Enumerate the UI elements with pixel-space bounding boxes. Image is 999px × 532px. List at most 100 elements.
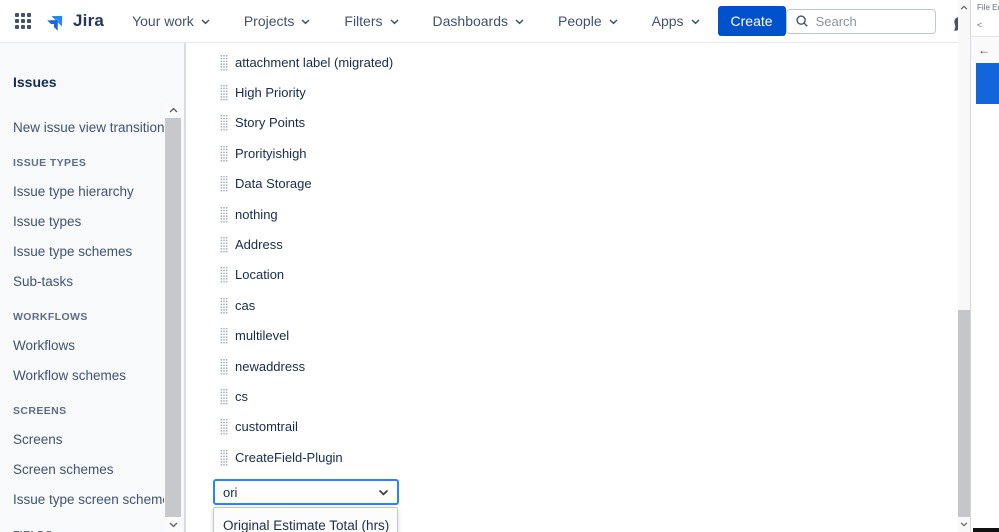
sidebar-item-issue-type-hierarchy[interactable]: Issue type hierarchy bbox=[0, 177, 164, 207]
field-row[interactable]: newaddress bbox=[186, 351, 958, 381]
sidebar-item-screen-schemes[interactable]: Screen schemes bbox=[0, 455, 164, 485]
nav-left: Jira Your work Projects Filters Dashboar… bbox=[15, 6, 786, 36]
field-select-dropdown: Original Estimate Total (hrs) bbox=[213, 507, 398, 532]
nav-menu-label: Apps bbox=[651, 13, 684, 29]
chevron-down-icon bbox=[515, 19, 524, 25]
background-window-bottom-bar bbox=[973, 528, 999, 532]
drag-handle-icon[interactable] bbox=[220, 236, 228, 253]
chevron-down-icon bbox=[201, 19, 210, 25]
sidebar-title: Issues bbox=[13, 74, 57, 90]
field-row[interactable]: Data Storage bbox=[186, 169, 958, 199]
field-row[interactable]: multilevel bbox=[186, 321, 958, 351]
scroll-up-icon[interactable] bbox=[958, 1, 970, 14]
scroll-up-icon[interactable] bbox=[164, 103, 182, 116]
jira-logo[interactable]: Jira bbox=[46, 10, 104, 32]
sidebar-item-issue-type-screen-schemes[interactable]: Issue type screen schemes bbox=[0, 485, 164, 515]
field-label: attachment label (migrated) bbox=[235, 54, 394, 70]
field-row[interactable]: Story Points bbox=[186, 108, 958, 138]
sidebar: Issues New issue view transition ISSUE T… bbox=[0, 43, 186, 532]
drag-handle-icon[interactable] bbox=[220, 145, 228, 162]
field-label: Prorityishigh bbox=[235, 145, 307, 161]
drag-handle-icon[interactable] bbox=[220, 54, 228, 71]
chevron-down-icon bbox=[609, 19, 618, 25]
nav-menu-label: Projects bbox=[243, 13, 295, 29]
scroll-down-icon[interactable] bbox=[958, 518, 970, 531]
sidebar-item-issue-type-schemes[interactable]: Issue type schemes bbox=[0, 237, 164, 267]
drag-handle-icon[interactable] bbox=[220, 266, 228, 283]
field-row[interactable]: cs bbox=[186, 381, 958, 411]
nav-menu-filters[interactable]: Filters bbox=[338, 7, 404, 35]
chevron-down-icon bbox=[390, 19, 399, 25]
drag-handle-icon[interactable] bbox=[220, 175, 228, 192]
nav-menu-dashboards[interactable]: Dashboards bbox=[427, 7, 531, 35]
field-row[interactable]: nothing bbox=[186, 199, 958, 229]
field-label: cs bbox=[235, 388, 248, 404]
drag-handle-icon[interactable] bbox=[220, 206, 228, 223]
field-label: Data Storage bbox=[235, 176, 312, 192]
field-row[interactable]: customtrail bbox=[186, 412, 958, 442]
field-label: customtrail bbox=[235, 419, 298, 435]
app-switcher-grid-icon[interactable] bbox=[15, 12, 32, 30]
page-scrollbar-thumb[interactable] bbox=[958, 310, 970, 517]
chevron-down-icon bbox=[378, 489, 389, 496]
nav-menu-apps[interactable]: Apps bbox=[646, 7, 706, 35]
field-label: cas bbox=[235, 297, 256, 313]
nav-menu-projects[interactable]: Projects bbox=[238, 7, 317, 35]
field-select-value: ori bbox=[223, 484, 238, 500]
field-label: Location bbox=[235, 267, 285, 283]
jira-logo-text: Jira bbox=[73, 11, 105, 30]
background-window-blue-block bbox=[976, 63, 999, 104]
dropdown-option[interactable]: Original Estimate Total (hrs) bbox=[214, 508, 397, 532]
background-window-toolbar: ← bbox=[971, 36, 999, 63]
sidebar-item-workflow-schemes[interactable]: Workflow schemes bbox=[0, 361, 164, 391]
background-window-sliver: File Ed < ← bbox=[970, 0, 999, 532]
chevron-down-icon bbox=[691, 19, 700, 25]
field-row[interactable]: CreateField-Plugin bbox=[186, 442, 958, 472]
search-icon bbox=[795, 14, 809, 28]
field-row[interactable]: cas bbox=[186, 290, 958, 320]
sidebar-item-sub-tasks[interactable]: Sub-tasks bbox=[0, 267, 164, 297]
page-scrollbar[interactable] bbox=[958, 0, 970, 532]
drag-handle-icon[interactable] bbox=[220, 297, 228, 314]
field-select[interactable]: ori bbox=[213, 479, 399, 506]
drag-handle-icon[interactable] bbox=[220, 327, 228, 344]
scroll-down-icon[interactable] bbox=[164, 518, 182, 531]
drag-handle-icon[interactable] bbox=[220, 358, 228, 375]
nav-menu-your-work[interactable]: Your work bbox=[126, 7, 216, 35]
search-box[interactable] bbox=[785, 8, 936, 34]
field-row[interactable]: attachment label (migrated) bbox=[186, 47, 958, 77]
field-label: Address bbox=[235, 237, 283, 253]
background-window-menu: File Ed bbox=[977, 3, 999, 12]
chevron-down-icon bbox=[301, 19, 310, 25]
sidebar-section-workflows: WORKFLOWS bbox=[13, 311, 88, 323]
nav-menu-label: People bbox=[558, 13, 602, 29]
field-label: Story Points bbox=[235, 115, 306, 131]
drag-handle-icon[interactable] bbox=[220, 84, 228, 101]
field-row[interactable]: High Priority bbox=[186, 77, 958, 107]
sidebar-section-screens: SCREENS bbox=[13, 405, 67, 417]
drag-handle-icon[interactable] bbox=[220, 449, 228, 466]
jira-logo-icon bbox=[46, 10, 68, 32]
collapse-icon: < bbox=[977, 20, 983, 30]
sidebar-item-new-issue-view-transition[interactable]: New issue view transition bbox=[0, 113, 164, 143]
search-input[interactable] bbox=[815, 13, 927, 29]
back-arrow-icon[interactable]: ← bbox=[978, 43, 990, 57]
field-label: newaddress bbox=[235, 358, 306, 374]
sidebar-item-workflows[interactable]: Workflows bbox=[0, 331, 164, 361]
nav-menu-people[interactable]: People bbox=[552, 7, 624, 35]
sidebar-scrollbar-thumb[interactable] bbox=[165, 118, 181, 517]
drag-handle-icon[interactable] bbox=[220, 388, 228, 405]
sidebar-item-screens[interactable]: Screens bbox=[0, 425, 164, 455]
top-nav: Jira Your work Projects Filters Dashboar… bbox=[0, 0, 999, 43]
sidebar-scrollbar[interactable] bbox=[164, 103, 182, 532]
field-row[interactable]: Address bbox=[186, 229, 958, 259]
field-row[interactable]: Prorityishigh bbox=[186, 138, 958, 168]
nav-menu-label: Dashboards bbox=[432, 13, 509, 29]
field-row[interactable]: Location bbox=[186, 260, 958, 290]
drag-handle-icon[interactable] bbox=[220, 114, 228, 132]
nav-menu-label: Filters bbox=[344, 13, 383, 29]
sidebar-nav: New issue view transition ISSUE TYPES Is… bbox=[0, 113, 164, 532]
sidebar-item-issue-types[interactable]: Issue types bbox=[0, 207, 164, 237]
drag-handle-icon[interactable] bbox=[220, 418, 228, 435]
create-button[interactable]: Create bbox=[717, 6, 786, 36]
